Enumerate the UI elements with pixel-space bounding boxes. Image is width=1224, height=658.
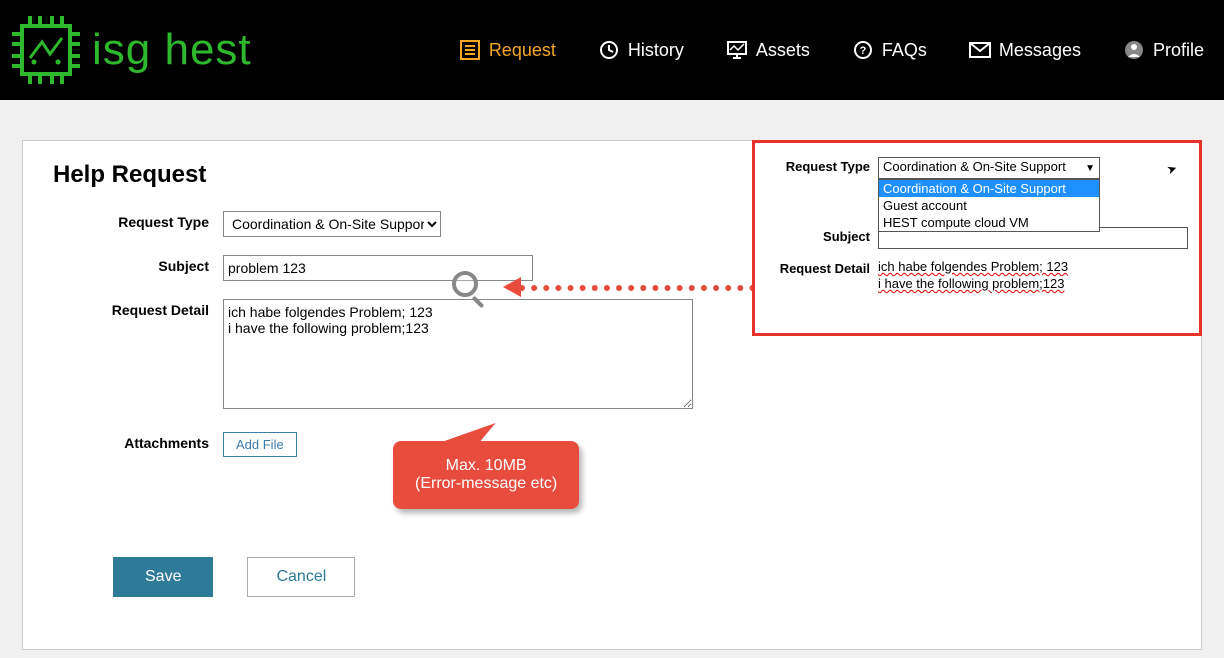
- nav-label: Request: [489, 40, 556, 61]
- user-icon: [1123, 39, 1145, 61]
- nav-profile[interactable]: Profile: [1123, 39, 1204, 61]
- list-icon: [459, 39, 481, 61]
- nav-faqs[interactable]: ? FAQs: [852, 39, 927, 61]
- chip-icon: [10, 14, 82, 86]
- save-button[interactable]: Save: [113, 557, 213, 597]
- callout-line1: Max. 10MB: [415, 457, 557, 475]
- nav-label: Messages: [999, 40, 1081, 61]
- nav-history[interactable]: History: [598, 39, 684, 61]
- envelope-icon: [969, 39, 991, 61]
- nav-assets[interactable]: Assets: [726, 39, 810, 61]
- label-request-detail: Request Detail: [53, 299, 223, 318]
- nav-label: History: [628, 40, 684, 61]
- inset-option[interactable]: Coordination & On-Site Support: [879, 180, 1099, 197]
- inset-option[interactable]: Guest account: [879, 197, 1099, 214]
- monitor-icon: [726, 39, 748, 61]
- svg-text:?: ?: [860, 45, 867, 57]
- cancel-button[interactable]: Cancel: [247, 557, 355, 597]
- add-file-button[interactable]: Add File: [223, 432, 297, 457]
- inset-label-request-type: Request Type: [763, 157, 878, 174]
- inset-request-type-select[interactable]: Coordination & On-Site Support ▼ Coordin…: [878, 157, 1100, 179]
- label-attachments: Attachments: [53, 432, 223, 451]
- question-icon: ?: [852, 39, 874, 61]
- inset-dropdown-list: Coordination & On-Site Support Guest acc…: [878, 179, 1100, 232]
- request-type-select[interactable]: Coordination & On-Site Support: [223, 211, 441, 237]
- nav-label: Profile: [1153, 40, 1204, 61]
- zoom-inset: ➤ Request Type Coordination & On-Site Su…: [752, 140, 1202, 336]
- nav-messages[interactable]: Messages: [969, 39, 1081, 61]
- inset-option[interactable]: HEST compute cloud VM: [879, 214, 1099, 231]
- inset-label-subject: Subject: [763, 227, 878, 244]
- help-request-panel: Help Request Request Type Coordination &…: [22, 140, 1202, 650]
- inset-detail-text: ich habe folgendes Problem; 123 i have t…: [878, 259, 1188, 293]
- top-navbar: isg hest Request History Assets ? FAQs M…: [0, 0, 1224, 100]
- nav-menu: Request History Assets ? FAQs Messages P…: [459, 39, 1204, 61]
- callout-attachment-note: Max. 10MB (Error-message etc): [393, 441, 579, 509]
- subject-input[interactable]: [223, 255, 533, 281]
- nav-label: Assets: [756, 40, 810, 61]
- nav-label: FAQs: [882, 40, 927, 61]
- label-request-type: Request Type: [53, 211, 223, 230]
- nav-request[interactable]: Request: [459, 39, 556, 61]
- inset-label-detail: Request Detail: [763, 259, 878, 276]
- chevron-down-icon: ▼: [1085, 163, 1095, 174]
- brand-text: isg hest: [92, 25, 252, 75]
- request-detail-textarea[interactable]: [223, 299, 693, 409]
- clock-icon: [598, 39, 620, 61]
- callout-line2: (Error-message etc): [415, 475, 557, 493]
- brand-logo: isg hest: [10, 14, 252, 86]
- label-subject: Subject: [53, 255, 223, 274]
